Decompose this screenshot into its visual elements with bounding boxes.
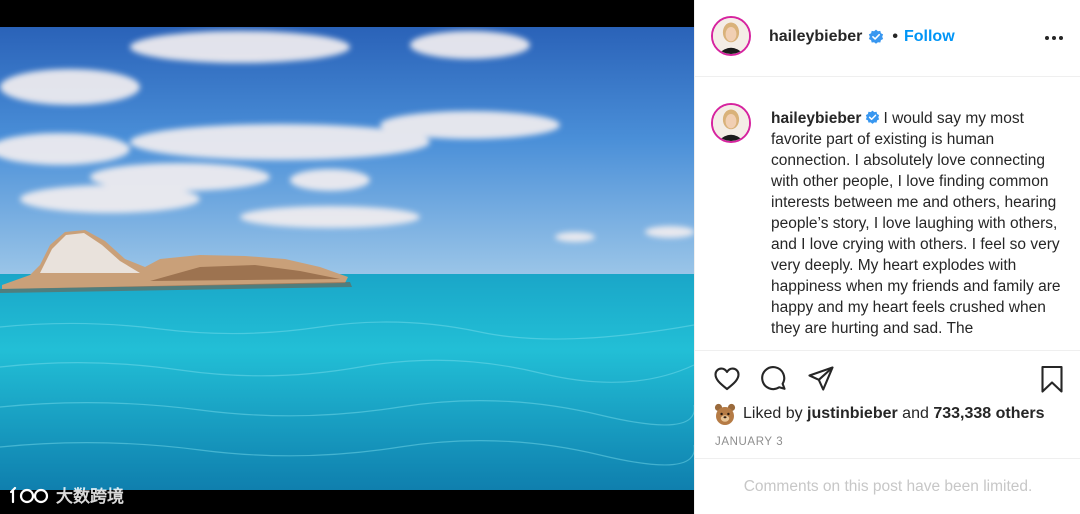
post-header: haileybieber • Follow [695,0,1080,77]
caption-area[interactable]: haileybieber I would say my most favorit… [695,77,1080,351]
action-bar [695,360,1080,400]
likes-row: Liked by justinbieber and 733,338 others [713,402,1045,426]
follow-button[interactable]: Follow [904,28,955,46]
more-horizontal-icon[interactable] [1041,28,1067,48]
caption-body: I would say my most favorite part of exi… [771,110,1061,337]
watermark-logo-icon [10,486,49,503]
liker-avatar-icon[interactable] [713,402,737,426]
username-link[interactable]: haileybieber [769,28,862,46]
liker-username-link[interactable]: justinbieber [807,405,898,423]
watermark-text: 大数跨境 [56,487,124,507]
ocean-photo [0,27,694,490]
comments-limited-notice: Comments on this post have been limited. [695,458,1080,514]
post-sidebar: haileybieber • Follow haileybieber I wou… [694,0,1080,514]
bookmark-icon[interactable] [1037,364,1067,394]
header-user-block: haileybieber • Follow [769,28,955,46]
share-icon[interactable] [806,364,836,394]
post-photo[interactable]: 大数跨境 [0,0,694,514]
likes-count-link[interactable]: 733,338 others [933,405,1044,423]
watermark: 大数跨境 [10,482,124,507]
caption-avatar-image [713,105,749,141]
comment-icon[interactable] [759,364,789,394]
avatar-image [713,18,749,54]
likes-middle: and [897,405,934,422]
caption-verified-badge-icon [866,110,880,124]
caption-username-link[interactable]: haileybieber [771,110,861,127]
caption-text: haileybieber I would say my most favorit… [771,108,1063,339]
heart-icon[interactable] [712,364,742,394]
caption-avatar[interactable] [711,103,751,143]
verified-badge-icon [869,29,884,44]
separator-dot: • [892,28,898,45]
photo-letterbox-top [0,0,694,27]
likes-prefix: Liked by [743,405,808,422]
avatar[interactable] [711,16,751,56]
post-date[interactable]: JANUARY 3 [715,436,783,448]
